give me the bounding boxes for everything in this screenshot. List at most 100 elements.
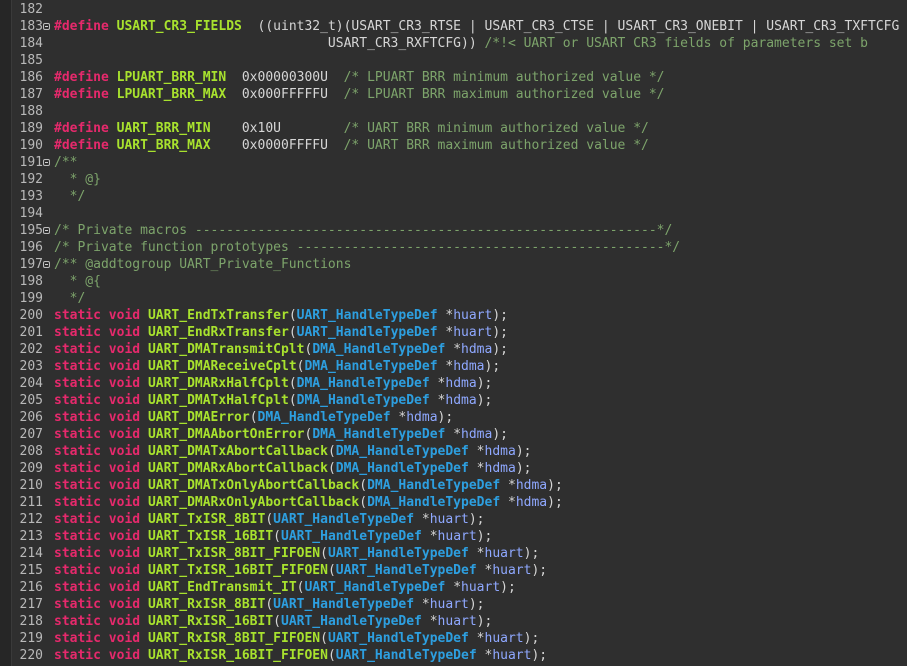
fold-toggle-icon[interactable] <box>43 159 50 166</box>
code-token-static: static <box>54 325 101 340</box>
code-line[interactable]: 206 static void UART_DMAError(DMA_HandleT… <box>11 409 907 426</box>
code-text: #define USART_CR3_FIELDS ((uint32_t)(USA… <box>54 18 899 35</box>
code-token-macro: LPUART_BRR_MAX <box>116 87 227 102</box>
code-token-func: UART_RxISR_8BIT_FIFOEN <box>147 631 321 646</box>
code-line[interactable]: 187 #define LPUART_BRR_MAX 0x000FFFFFU /*… <box>11 86 907 103</box>
line-number: 212 <box>19 512 43 527</box>
code-text: static void UART_DMAError(DMA_HandleType… <box>54 409 453 426</box>
code-line[interactable]: 200 static void UART_EndTxTransfer(UART_H… <box>11 307 907 324</box>
code-line[interactable]: 188 <box>11 103 907 120</box>
code-line[interactable]: 215 static void UART_TxISR_16BIT_FIFOEN(U… <box>11 562 907 579</box>
code-token-plain: ( <box>359 495 368 510</box>
code-line[interactable]: 202 static void UART_DMATransmitCplt(DMA_… <box>11 341 907 358</box>
code-line[interactable]: 191 /** <box>11 154 907 171</box>
code-token-comment: /*!< UART or USART CR3 fields of paramet… <box>484 36 868 51</box>
code-line[interactable]: 189 #define UART_BRR_MIN 0x10U /* UART BR… <box>11 120 907 137</box>
code-area[interactable]: 182 183 #define USART_CR3_FIELDS ((uint32_… <box>11 0 907 666</box>
code-token-void: void <box>108 359 141 374</box>
code-token-type: DMA_HandleTypeDef <box>312 427 446 442</box>
line-number: 217 <box>19 597 43 612</box>
code-token-plain: * <box>429 376 446 391</box>
code-token-void: void <box>108 427 141 442</box>
code-line[interactable]: 211 static void UART_DMARxOnlyAbortCallba… <box>11 494 907 511</box>
code-token-plain: * <box>445 342 462 357</box>
code-line[interactable]: 201 static void UART_EndRxTransfer(UART_H… <box>11 324 907 341</box>
code-token-void: void <box>108 563 141 578</box>
code-line[interactable]: 198 * @{ <box>11 273 907 290</box>
code-line[interactable]: 210 static void UART_DMATxOnlyAbortCallba… <box>11 477 907 494</box>
code-line[interactable]: 186 #define LPUART_BRR_MIN 0x00000300U /*… <box>11 69 907 86</box>
code-text: static void UART_TxISR_16BIT_FIFOEN(UART… <box>54 562 547 579</box>
code-line[interactable]: 182 <box>11 1 907 18</box>
code-token-void: void <box>108 393 141 408</box>
code-line[interactable]: 204 static void UART_DMARxHalfCplt(DMA_Ha… <box>11 375 907 392</box>
code-text: #define LPUART_BRR_MAX 0x000FFFFFU /* LP… <box>54 86 665 103</box>
line-number: 193 <box>19 189 43 204</box>
code-line[interactable]: 183 #define USART_CR3_FIELDS ((uint32_t)(… <box>11 18 907 35</box>
code-token-plain: ( <box>273 614 281 629</box>
code-editor[interactable]: 182 183 #define USART_CR3_FIELDS ((uint32_… <box>0 0 907 666</box>
code-token-plain: * <box>421 529 438 544</box>
code-line[interactable]: 192 * @} <box>11 171 907 188</box>
line-number: 187 <box>19 87 43 102</box>
code-line[interactable]: 214 static void UART_TxISR_8BIT_FIFOEN(UA… <box>11 545 907 562</box>
code-line[interactable]: 199 */ <box>11 290 907 307</box>
code-text: static void UART_DMATransmitCplt(DMA_Han… <box>54 341 508 358</box>
code-line[interactable]: 216 static void UART_EndTransmit_IT(UART_… <box>11 579 907 596</box>
code-token-type: UART_HandleTypeDef <box>327 631 469 646</box>
code-token-void: void <box>108 478 141 493</box>
code-text: static void UART_DMATxHalfCplt(DMA_Handl… <box>54 392 492 409</box>
code-token-func: UART_EndTransmit_IT <box>147 580 297 595</box>
code-line[interactable]: 194 <box>11 205 907 222</box>
code-token-macro: USART_CR3_FIELDS <box>116 19 242 34</box>
code-token-static: static <box>54 563 101 578</box>
code-line[interactable]: 190 #define UART_BRR_MAX 0x0000FFFFU /* U… <box>11 137 907 154</box>
code-token-static: static <box>54 427 101 442</box>
code-token-macro: LPUART_BRR_MIN <box>116 70 227 85</box>
code-line[interactable]: 218 static void UART_RxISR_16BIT(UART_Han… <box>11 613 907 630</box>
code-token-type: UART_HandleTypeDef <box>296 325 438 340</box>
code-line[interactable]: 203 static void UART_DMAReceiveCplt(DMA_H… <box>11 358 907 375</box>
code-line[interactable]: 197 /** @addtogroup UART_Private_Function… <box>11 256 907 273</box>
code-line[interactable]: 219 static void UART_RxISR_8BIT_FIFOEN(UA… <box>11 630 907 647</box>
code-line[interactable]: 208 static void UART_DMATxAbortCallback(D… <box>11 443 907 460</box>
code-line[interactable]: 185 <box>11 52 907 69</box>
code-token-void: void <box>108 614 141 629</box>
code-token-param: huart <box>461 580 501 595</box>
code-line[interactable]: 212 static void UART_TxISR_8BIT(UART_Hand… <box>11 511 907 528</box>
code-line[interactable]: 184 USART_CR3_RXFTCFG)) /*!< UART or USA… <box>11 35 907 52</box>
fold-toggle-icon[interactable] <box>43 227 50 234</box>
code-token-func: UART_DMAReceiveCplt <box>147 359 297 374</box>
code-token-param: huart <box>429 512 469 527</box>
fold-toggle-icon[interactable] <box>43 23 50 30</box>
code-text: /** <box>54 154 77 171</box>
line-number: 207 <box>19 427 43 442</box>
code-token-type: UART_HandleTypeDef <box>335 648 477 663</box>
code-line[interactable]: 220 static void UART_RxISR_16BIT_FIFOEN(U… <box>11 647 907 664</box>
code-line[interactable]: 209 static void UART_DMARxAbortCallback(D… <box>11 460 907 477</box>
code-line[interactable]: 213 static void UART_TxISR_16BIT(UART_Han… <box>11 528 907 545</box>
line-number: 205 <box>19 393 43 408</box>
line-number: 194 <box>19 206 43 221</box>
code-line[interactable]: 195 /* Private macros -------------------… <box>11 222 907 239</box>
code-line[interactable]: 196 /* Private function prototypes ------… <box>11 239 907 256</box>
code-line[interactable]: 193 */ <box>11 188 907 205</box>
code-line[interactable]: 207 static void UART_DMAAbortOnError(DMA_… <box>11 426 907 443</box>
fold-toggle-icon[interactable] <box>43 261 50 268</box>
code-line[interactable]: 217 static void UART_RxISR_8BIT(UART_Hand… <box>11 596 907 613</box>
code-line[interactable]: 205 static void UART_DMATxHalfCplt(DMA_Ha… <box>11 392 907 409</box>
code-token-func: UART_DMATransmitCplt <box>147 342 305 357</box>
code-token-plain: ( <box>288 308 297 323</box>
